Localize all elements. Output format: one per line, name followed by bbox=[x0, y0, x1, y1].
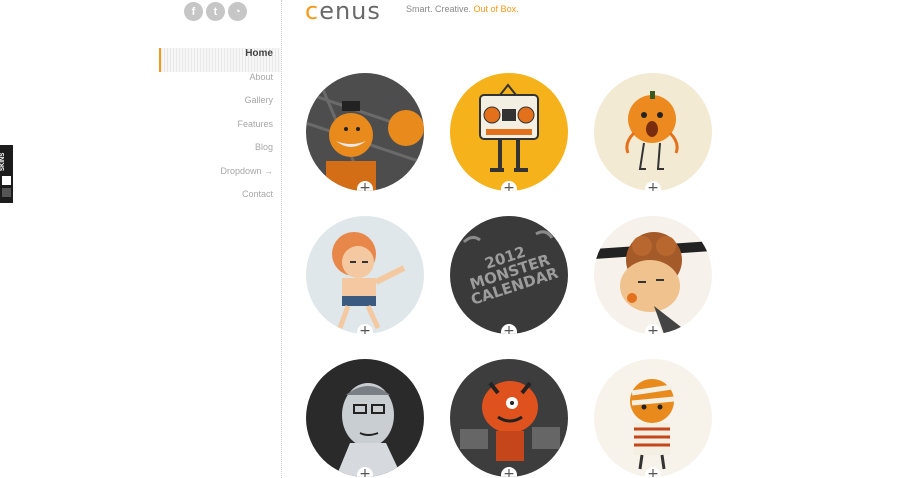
plus-icon[interactable]: + bbox=[357, 467, 373, 477]
logo-text: enus bbox=[319, 0, 381, 25]
gallery-item-monster-calendar[interactable]: 2012 MONSTER CALENDAR + bbox=[450, 216, 568, 334]
scared-pumpkin-illustration bbox=[594, 73, 712, 191]
plus-icon[interactable]: + bbox=[645, 324, 661, 334]
curly-hair-guy-illustration bbox=[594, 216, 712, 334]
logo-letter-c: c bbox=[305, 0, 320, 25]
angry-monster-illustration bbox=[450, 359, 568, 477]
nav-about[interactable]: About bbox=[159, 72, 281, 96]
gallery-item-angry-monster[interactable]: + bbox=[450, 359, 568, 477]
gallery-item-curly-hair-guy[interactable]: + bbox=[594, 216, 712, 334]
skins-panel-toggle[interactable]: SKINS bbox=[0, 145, 13, 203]
plus-icon[interactable]: + bbox=[501, 324, 517, 334]
plus-icon[interactable]: + bbox=[645, 467, 661, 477]
plus-icon[interactable]: + bbox=[645, 181, 661, 191]
tagline: Smart. Creative. Out of Box. bbox=[406, 4, 519, 14]
rss-icon[interactable]: ◔ bbox=[228, 2, 247, 21]
portfolio-grid: + + + + 2012 MONSTER CALENDAR + + + + + bbox=[306, 73, 712, 477]
plus-icon[interactable]: + bbox=[357, 181, 373, 191]
facebook-icon[interactable]: f bbox=[184, 2, 203, 21]
social-links: f t ◔ bbox=[184, 2, 247, 21]
mustache-bandit-illustration bbox=[306, 73, 424, 191]
gallery-item-mustache-bandit[interactable]: + bbox=[306, 73, 424, 191]
tagline-prefix: Smart. Creative. bbox=[406, 4, 472, 14]
gallery-item-striped-mummy[interactable]: + bbox=[594, 359, 712, 477]
tagline-accent: Out of Box. bbox=[473, 4, 519, 14]
twitter-icon[interactable]: t bbox=[206, 2, 225, 21]
skin-swatch-dark[interactable] bbox=[2, 188, 11, 197]
skeptical-man-illustration bbox=[306, 359, 424, 477]
nav-dropdown[interactable]: Dropdown → bbox=[159, 166, 281, 190]
skins-label: SKINS bbox=[0, 152, 6, 172]
plus-icon[interactable]: + bbox=[501, 181, 517, 191]
plus-icon[interactable]: + bbox=[501, 467, 517, 477]
sleepy-kid-illustration bbox=[306, 216, 424, 334]
nav-features[interactable]: Features bbox=[159, 119, 281, 143]
plus-icon[interactable]: + bbox=[357, 324, 373, 334]
main-nav: Home About Gallery Features Blog Dropdow… bbox=[159, 48, 281, 213]
gallery-item-sleepy-kid[interactable]: + bbox=[306, 216, 424, 334]
nav-contact[interactable]: Contact bbox=[159, 189, 281, 213]
striped-mummy-illustration bbox=[594, 359, 712, 477]
gallery-item-boombox[interactable]: + bbox=[450, 73, 568, 191]
gallery-item-skeptical-man[interactable]: + bbox=[306, 359, 424, 477]
site-logo[interactable]: cenus bbox=[305, 0, 381, 25]
gallery-item-scared-pumpkin[interactable]: + bbox=[594, 73, 712, 191]
skin-swatch-light[interactable] bbox=[2, 176, 11, 185]
nav-gallery[interactable]: Gallery bbox=[159, 95, 281, 119]
content-divider bbox=[281, 0, 282, 478]
nav-blog[interactable]: Blog bbox=[159, 142, 281, 166]
nav-home[interactable]: Home bbox=[159, 48, 281, 72]
boombox-illustration bbox=[450, 73, 568, 191]
